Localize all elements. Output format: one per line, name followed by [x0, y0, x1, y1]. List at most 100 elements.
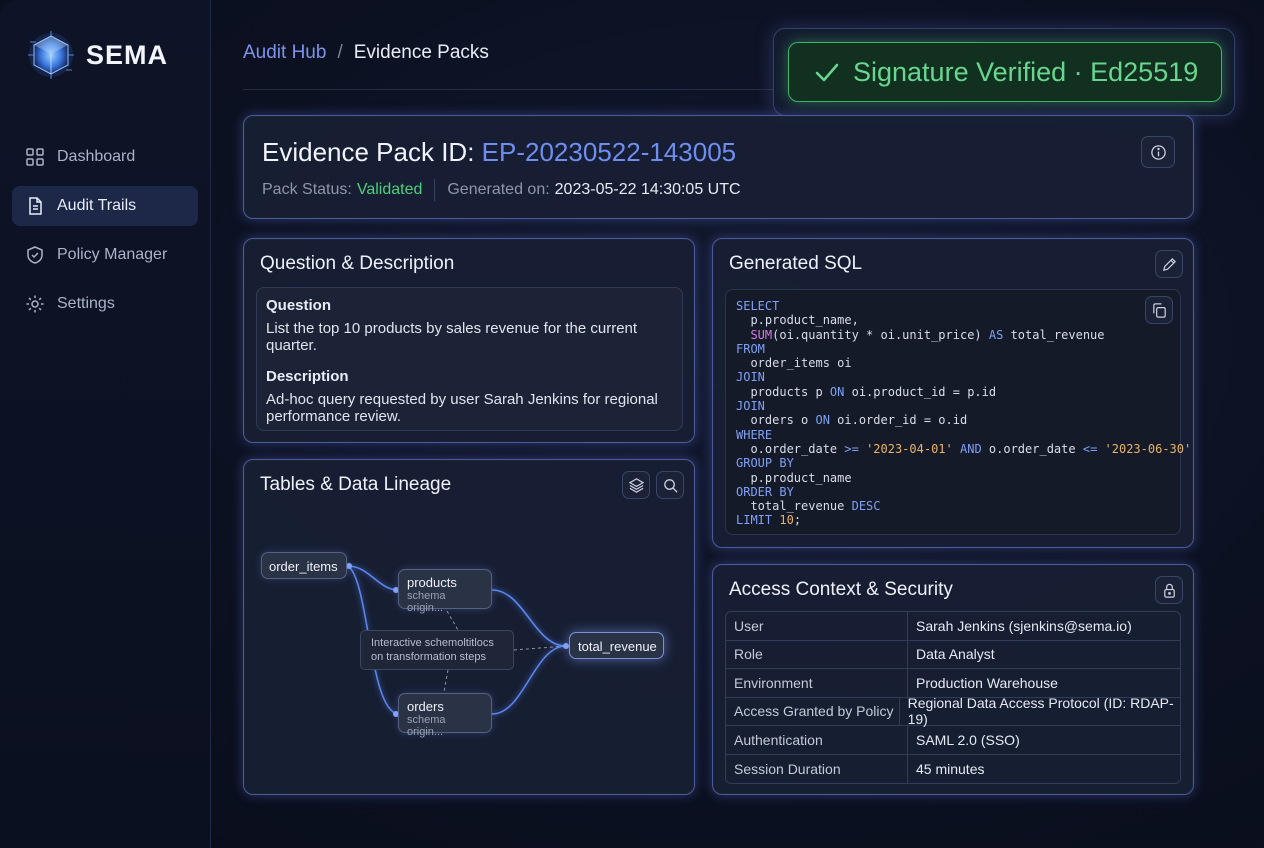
table-row: Session Duration 45 minutes: [726, 754, 1180, 783]
sql-token: '2023-06-30': [1104, 441, 1192, 456]
sql-token: o.order_date: [736, 441, 845, 456]
sql-line: SUM(oi.quantity * oi.unit_price) AS tota…: [736, 328, 1170, 342]
table-row: User Sarah Jenkins (sjenkins@sema.io): [726, 612, 1180, 641]
sql-line: total_revenue DESC: [736, 499, 1170, 513]
sql-token: order_items oi: [736, 356, 852, 371]
sql-token: WHERE: [736, 427, 773, 442]
node-total-revenue[interactable]: total_revenue: [569, 632, 664, 659]
sidebar-nav: Dashboard Audit Trails Policy Manager Se…: [12, 137, 198, 333]
signature-verified-badge: Signature Verified · Ed25519: [788, 42, 1222, 102]
sidebar-item-settings[interactable]: Settings: [12, 284, 198, 324]
evidence-pack-title: Evidence Pack ID: EP-20230522-143005: [262, 137, 736, 168]
sql-card: Generated SQL SELECT p.product_name, SUM…: [712, 238, 1194, 548]
sql-line: LIMIT 10;: [736, 513, 1170, 527]
sql-line: SELECT: [736, 299, 1170, 313]
sql-line: WHERE: [736, 428, 1170, 442]
gear-icon: [26, 295, 44, 313]
sql-token: total_revenue: [736, 499, 852, 514]
evidence-pack-card: Evidence Pack ID: EP-20230522-143005 Pac…: [243, 115, 1194, 219]
sql-token: JOIN: [736, 370, 765, 385]
node-label: total_revenue: [578, 639, 657, 654]
tooltip-line-2: on transformation steps: [371, 651, 486, 663]
sql-token: ON: [815, 413, 830, 428]
copy-icon: [1152, 302, 1166, 318]
access-card-title: Access Context & Security: [729, 579, 953, 600]
sql-token: oi.order_id = o.id: [829, 413, 968, 428]
node-orders[interactable]: orders schema origin...: [398, 693, 492, 738]
sql-token: FROM: [736, 341, 765, 356]
access-key: Authentication: [726, 726, 908, 754]
shield-icon: [27, 246, 43, 264]
info-button[interactable]: [1141, 136, 1175, 168]
brand-logo[interactable]: SEMA: [26, 30, 168, 80]
node-products[interactable]: products schema origin...: [398, 569, 492, 614]
lock-button[interactable]: [1155, 576, 1183, 604]
breadcrumb-audit-hub[interactable]: Audit Hub: [243, 42, 326, 64]
app-window: SEMA Dashboard Audit Trails Policy Manag…: [0, 0, 1264, 848]
table-row: Authentication SAML 2.0 (SSO): [726, 726, 1180, 755]
sql-token: p.product_name: [736, 470, 852, 485]
access-table: User Sarah Jenkins (sjenkins@sema.io) Ro…: [725, 611, 1181, 784]
table-row: Access Granted by Policy Regional Data A…: [726, 695, 1180, 727]
header-divider: [243, 89, 803, 90]
sql-token: SELECT: [736, 299, 780, 313]
sidebar-item-label: Dashboard: [57, 148, 136, 165]
access-value: Data Analyst: [916, 646, 995, 663]
sql-line: FROM: [736, 342, 1170, 356]
generated-label: Generated on:: [447, 181, 550, 198]
info-icon: [1150, 144, 1166, 160]
sql-line: GROUP BY: [736, 456, 1170, 470]
generated-value: 2023-05-22 14:30:05 UTC: [554, 181, 741, 198]
brand-name: SEMA: [86, 39, 169, 70]
description-label: Description: [266, 368, 349, 385]
lock-icon: [1163, 583, 1175, 598]
node-order-items[interactable]: order_items: [261, 552, 347, 579]
question-card: Question & Description Question List the…: [243, 238, 695, 443]
sql-token: JOIN: [736, 399, 765, 414]
node-sublabel: schema origin...: [407, 590, 446, 614]
document-icon: [29, 197, 42, 215]
sidebar-item-label: Audit Trails: [57, 197, 137, 214]
sql-token: >=: [844, 441, 859, 456]
check-icon: [815, 63, 839, 82]
sql-token: 10: [779, 513, 794, 528]
sql-token: ON: [829, 384, 845, 399]
sql-code-block[interactable]: SELECT p.product_name, SUM(oi.quantity *…: [725, 289, 1191, 535]
sql-token: <=: [1082, 441, 1098, 456]
access-card: Access Context & Security User Sarah Jen…: [712, 564, 1194, 795]
node-label: orders: [407, 699, 444, 714]
node-label: products: [407, 575, 457, 590]
access-key: Environment: [726, 669, 908, 697]
access-key: Role: [726, 640, 908, 668]
sql-token: GROUP BY: [736, 456, 794, 471]
sql-token: o.order_date: [981, 441, 1083, 456]
sema-logo-icon: [28, 31, 74, 79]
sql-token: (oi.quantity * oi.unit_price): [772, 327, 989, 342]
sql-line: order_items oi: [736, 356, 1170, 370]
question-box: Question List the top 10 products by sal…: [256, 287, 683, 431]
access-value: 45 minutes: [916, 760, 985, 777]
evidence-pack-id: EP-20230522-143005: [481, 137, 737, 167]
sidebar-item-policy-manager[interactable]: Policy Manager: [12, 235, 198, 275]
sql-token: AS: [988, 327, 1004, 342]
access-key: Access Granted by Policy: [726, 697, 900, 725]
sidebar-item-label: Policy Manager: [57, 246, 168, 263]
sql-line: JOIN: [736, 399, 1170, 413]
access-value: Production Warehouse: [916, 674, 1058, 691]
breadcrumb-separator: /: [337, 42, 343, 63]
sidebar-item-dashboard[interactable]: Dashboard: [12, 137, 198, 177]
signature-panel: Signature Verified · Ed25519: [773, 28, 1235, 116]
sidebar-item-audit-trails[interactable]: Audit Trails: [12, 186, 198, 226]
sql-token: total_revenue: [1003, 327, 1105, 342]
question-text: List the top 10 products by sales revenu…: [266, 320, 638, 354]
edit-sql-button[interactable]: [1155, 250, 1183, 278]
copy-sql-button[interactable]: [1145, 296, 1173, 324]
breadcrumb-current: Evidence Packs: [353, 42, 489, 63]
tooltip-link-bottom: [443, 669, 449, 693]
sql-line: JOIN: [736, 370, 1170, 384]
access-value: Sarah Jenkins (sjenkins@sema.io): [916, 617, 1132, 634]
sql-token: LIMIT: [736, 513, 773, 528]
